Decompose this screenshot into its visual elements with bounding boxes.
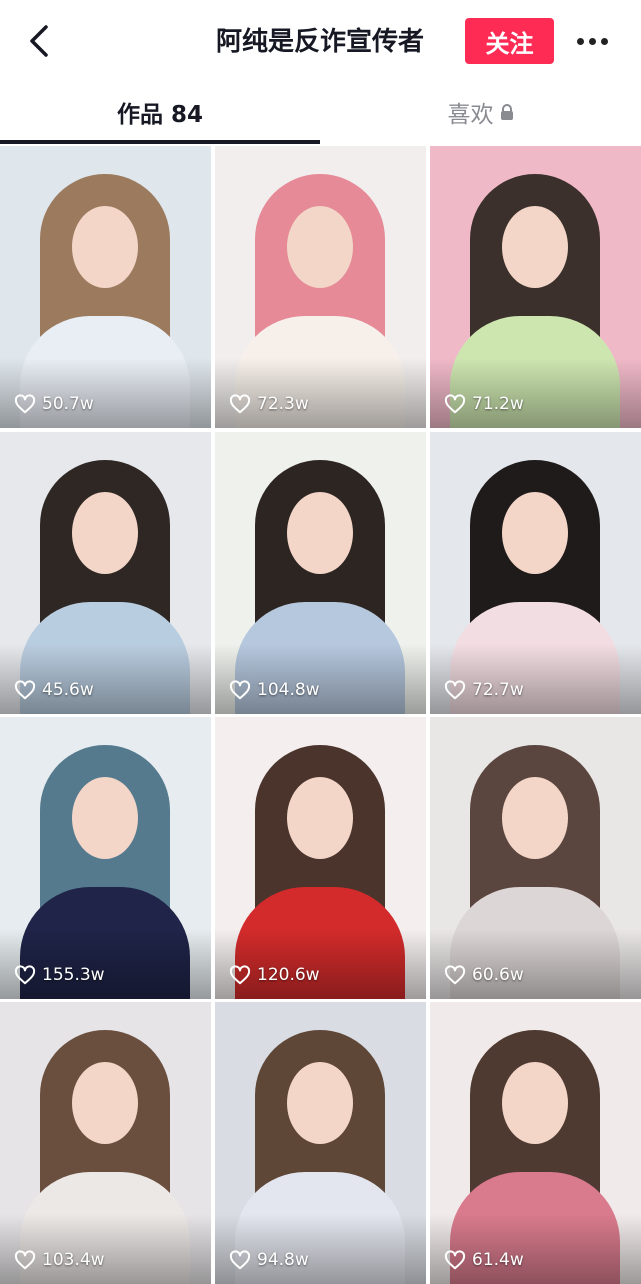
like-count-text: 45.6w <box>42 680 94 700</box>
thumbnail-gradient <box>215 358 426 428</box>
like-count: 120.6w <box>229 965 320 985</box>
heart-icon <box>229 680 251 700</box>
thumbnail-gradient <box>430 358 641 428</box>
thumbnail-gradient <box>430 1214 641 1284</box>
like-count-text: 155.3w <box>42 965 105 985</box>
heart-icon <box>444 394 466 414</box>
heart-icon <box>444 680 466 700</box>
dot <box>600 37 608 45</box>
like-count: 103.4w <box>14 1250 105 1270</box>
heart-icon <box>444 965 466 985</box>
like-count: 71.2w <box>444 394 524 414</box>
heart-icon <box>229 965 251 985</box>
thumbnail-figure-face <box>287 777 353 859</box>
like-count: 72.7w <box>444 680 524 700</box>
heart-icon <box>229 394 251 414</box>
thumbnail-figure-face <box>502 777 568 859</box>
tab-works-label: 作品 84 <box>116 102 203 128</box>
tab-active-indicator <box>0 140 320 144</box>
heart-icon <box>444 1250 466 1270</box>
heart-icon <box>14 680 36 700</box>
like-count-text: 94.8w <box>257 1250 309 1270</box>
like-count: 60.6w <box>444 965 524 985</box>
video-thumbnail[interactable]: 120.6w <box>215 717 426 999</box>
thumbnail-figure-face <box>72 492 138 574</box>
heart-icon <box>14 394 36 414</box>
tab-likes[interactable]: 喜欢 <box>320 84 641 140</box>
heart-icon <box>14 965 36 985</box>
thumbnail-figure-face <box>502 1062 568 1144</box>
thumbnail-figure-face <box>287 1062 353 1144</box>
top-bar: 阿纯是反诈宣传者 关注 <box>0 0 641 84</box>
video-thumbnail[interactable]: 94.8w <box>215 1002 426 1284</box>
thumbnail-figure-face <box>287 206 353 288</box>
thumbnail-gradient <box>0 1214 211 1284</box>
like-count-text: 120.6w <box>257 965 320 985</box>
dot <box>588 37 596 45</box>
thumbnail-figure-face <box>72 1062 138 1144</box>
like-count-text: 60.6w <box>472 965 524 985</box>
thumbnail-figure-face <box>287 492 353 574</box>
back-button[interactable] <box>18 18 60 64</box>
like-count: 45.6w <box>14 680 94 700</box>
like-count: 61.4w <box>444 1250 524 1270</box>
thumbnail-gradient <box>0 644 211 714</box>
thumbnail-gradient <box>430 929 641 999</box>
thumbnail-figure-face <box>502 492 568 574</box>
video-thumbnail[interactable]: 71.2w <box>430 146 641 428</box>
like-count-text: 104.8w <box>257 680 320 700</box>
like-count-text: 72.3w <box>257 394 309 414</box>
heart-icon <box>229 1250 251 1270</box>
dot <box>576 37 584 45</box>
like-count: 104.8w <box>229 680 320 700</box>
like-count-text: 103.4w <box>42 1250 105 1270</box>
like-count: 155.3w <box>14 965 105 985</box>
thumbnail-gradient <box>215 929 426 999</box>
follow-button[interactable]: 关注 <box>465 18 554 64</box>
thumbnail-figure-face <box>502 206 568 288</box>
like-count-text: 71.2w <box>472 394 524 414</box>
chevron-left-icon <box>30 25 48 57</box>
video-thumbnail[interactable]: 104.8w <box>215 432 426 714</box>
lock-icon <box>500 103 514 121</box>
like-count-text: 72.7w <box>472 680 524 700</box>
video-thumbnail[interactable]: 103.4w <box>0 1002 211 1284</box>
video-thumbnail[interactable]: 60.6w <box>430 717 641 999</box>
video-thumbnail[interactable]: 45.6w <box>0 432 211 714</box>
thumbnail-gradient <box>215 1214 426 1284</box>
thumbnail-figure-face <box>72 206 138 288</box>
page-title: 阿纯是反诈宣传者 <box>215 27 424 57</box>
thumbnail-gradient <box>0 358 211 428</box>
like-count: 94.8w <box>229 1250 309 1270</box>
like-count: 72.3w <box>229 394 309 414</box>
like-count-text: 61.4w <box>472 1250 524 1270</box>
thumbnail-figure-face <box>72 777 138 859</box>
tab-works[interactable]: 作品 84 <box>0 84 320 140</box>
like-count: 50.7w <box>14 394 94 414</box>
thumbnail-gradient <box>0 929 211 999</box>
video-thumbnail[interactable]: 72.3w <box>215 146 426 428</box>
like-count-text: 50.7w <box>42 394 94 414</box>
profile-tabs: 作品 84 喜欢 <box>0 84 641 146</box>
video-thumbnail[interactable]: 61.4w <box>430 1002 641 1284</box>
video-thumbnail[interactable]: 72.7w <box>430 432 641 714</box>
tab-likes-label: 喜欢 <box>447 102 494 128</box>
video-grid: 50.7w 72.3w 71.2w 45.6w 104.8w 72.7w 155.3w 120… <box>0 146 641 1284</box>
video-thumbnail[interactable]: 155.3w <box>0 717 211 999</box>
video-thumbnail[interactable]: 50.7w <box>0 146 211 428</box>
more-options-button[interactable] <box>570 22 614 60</box>
heart-icon <box>14 1250 36 1270</box>
thumbnail-gradient <box>430 644 641 714</box>
thumbnail-gradient <box>215 644 426 714</box>
